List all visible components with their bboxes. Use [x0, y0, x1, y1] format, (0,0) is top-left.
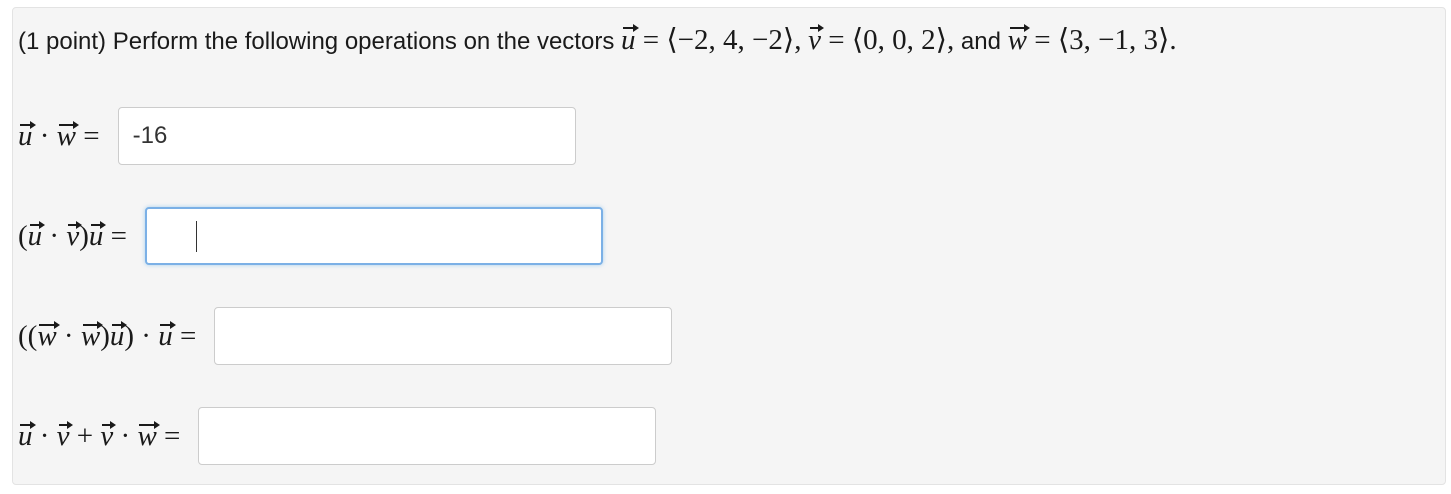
text-cursor: [196, 221, 197, 252]
w-components: ⟨3, −1, 3⟩: [1057, 24, 1170, 56]
vector-v-symbol: v: [808, 24, 824, 56]
vector-u-symbol: u: [621, 24, 638, 56]
question-1-row: u · w =: [18, 107, 576, 165]
answer-input-4[interactable]: [198, 407, 657, 465]
v-definition: v = ⟨0, 0, 2⟩,: [808, 24, 955, 56]
answer-input-1[interactable]: [117, 107, 576, 165]
and-text: and: [960, 28, 1001, 55]
intro-text: Perform the following operations on the …: [112, 28, 615, 55]
answer-input-2[interactable]: [145, 207, 603, 265]
question-2-row: (u · v)u =: [18, 207, 603, 265]
u-components: ⟨−2, 4, −2⟩: [666, 24, 795, 56]
question-4-row: u · v + v · w =: [18, 407, 657, 465]
v-components: ⟨0, 0, 2⟩: [851, 24, 947, 56]
points-label: (1 point): [18, 28, 107, 55]
w-definition: w = ⟨3, −1, 3⟩.: [1007, 24, 1177, 56]
u-definition: u = ⟨−2, 4, −2⟩,: [621, 24, 802, 56]
question-4-label: u · v + v · w =: [18, 419, 181, 452]
question-3-label: ((w · w)u) · u =: [18, 319, 197, 352]
question-2-label: (u · v)u =: [18, 219, 127, 252]
question-3-row: ((w · w)u) · u =: [18, 307, 673, 365]
problem-statement: (1 point) Perform the following operatio…: [18, 23, 1177, 59]
answer-input-3[interactable]: [214, 307, 673, 365]
vector-w-symbol: w: [1007, 24, 1031, 56]
question-1-label: u · w =: [18, 119, 100, 152]
